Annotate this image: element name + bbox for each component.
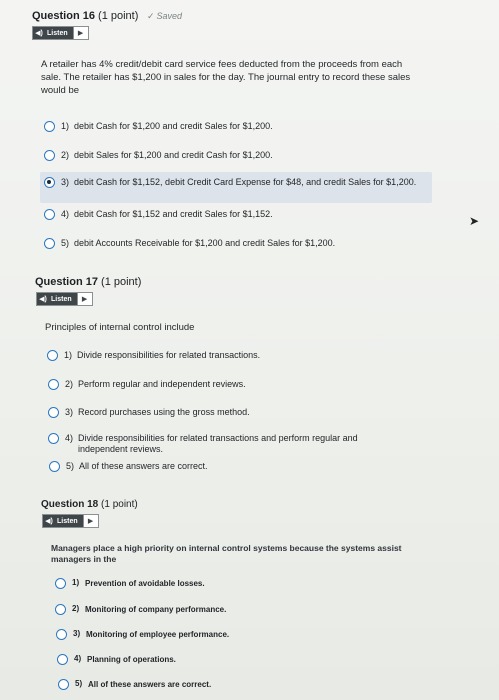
option-number: 4) xyxy=(74,654,82,663)
q17-option-4[interactable]: 4) Divide responsibilities for related t… xyxy=(48,433,408,455)
radio-button[interactable] xyxy=(47,350,58,361)
play-icon[interactable]: ▶ xyxy=(72,27,88,39)
option-number: 1) xyxy=(64,350,73,360)
question-17-prompt: Principles of internal control include xyxy=(45,322,195,333)
listen-label: Listen xyxy=(49,293,77,305)
option-text: Divide responsibilities for related tran… xyxy=(77,350,261,360)
option-number: 5) xyxy=(66,461,75,471)
listen-button-q18[interactable]: ◀) Listen ▶ xyxy=(42,514,99,528)
option-number: 5) xyxy=(61,238,70,248)
option-number: 4) xyxy=(61,209,70,219)
radio-button[interactable] xyxy=(48,433,59,444)
quiz-page: Question 16 (1 point) ✓ Saved ◀) Listen ▶… xyxy=(0,0,499,700)
mouse-cursor-icon: ➤ xyxy=(469,214,480,228)
check-icon: ✓ xyxy=(147,11,155,21)
speaker-icon: ◀) xyxy=(43,515,55,527)
option-text: Perform regular and independent reviews. xyxy=(78,379,246,389)
q18-option-4[interactable]: 4) Planning of operations. xyxy=(57,654,457,665)
listen-button-q17[interactable]: ◀) Listen ▶ xyxy=(36,292,93,306)
saved-status: ✓ Saved xyxy=(147,11,182,22)
option-number: 3) xyxy=(73,629,81,638)
speaker-icon: ◀) xyxy=(33,27,45,39)
radio-button-selected[interactable] xyxy=(44,177,55,188)
option-number: 2) xyxy=(72,604,80,613)
radio-button[interactable] xyxy=(44,150,55,161)
option-text: debit Cash for $1,152, debit Credit Card… xyxy=(74,177,417,187)
radio-button[interactable] xyxy=(57,654,68,665)
radio-button[interactable] xyxy=(56,629,67,640)
question-16-header: Question 16 (1 point) xyxy=(32,10,138,22)
radio-button[interactable] xyxy=(55,604,66,615)
option-text: All of these answers are correct. xyxy=(79,461,208,471)
radio-button[interactable] xyxy=(48,379,59,390)
question-17-points: (1 point) xyxy=(101,276,142,288)
listen-label: Listen xyxy=(55,515,83,527)
radio-button[interactable] xyxy=(44,121,55,132)
option-number: 4) xyxy=(65,433,74,443)
option-text: Monitoring of company performance. xyxy=(85,605,227,614)
radio-button[interactable] xyxy=(55,578,66,589)
q16-option-4[interactable]: 4) debit Cash for $1,152 and credit Sale… xyxy=(44,209,444,220)
q16-option-1[interactable]: 1) debit Cash for $1,200 and credit Sale… xyxy=(44,121,444,132)
option-number: 3) xyxy=(65,407,74,417)
q16-option-2[interactable]: 2) debit Sales for $1,200 and credit Cas… xyxy=(44,150,444,161)
option-number: 1) xyxy=(61,121,70,131)
listen-button-q16[interactable]: ◀) Listen ▶ xyxy=(32,26,89,40)
question-18-points: (1 point) xyxy=(101,499,138,510)
option-number: 3) xyxy=(61,177,70,187)
saved-label: Saved xyxy=(156,11,183,21)
q17-option-3[interactable]: 3) Record purchases using the gross meth… xyxy=(48,407,448,418)
option-text: Planning of operations. xyxy=(87,655,176,664)
option-text: debit Cash for $1,200 and credit Sales f… xyxy=(74,121,273,131)
option-text: debit Accounts Receivable for $1,200 and… xyxy=(74,238,336,248)
radio-button[interactable] xyxy=(49,461,60,472)
radio-button[interactable] xyxy=(58,679,69,690)
question-18-header: Question 18 (1 point) xyxy=(41,499,138,510)
speaker-icon: ◀) xyxy=(37,293,49,305)
question-16-points: (1 point) xyxy=(98,10,139,22)
play-icon[interactable]: ▶ xyxy=(82,515,98,527)
q17-option-5[interactable]: 5) All of these answers are correct. xyxy=(49,461,449,472)
option-text: debit Sales for $1,200 and credit Cash f… xyxy=(74,150,273,160)
question-18-prompt: Managers place a high priority on intern… xyxy=(51,543,402,564)
option-text: Divide responsibilities for related tran… xyxy=(78,433,358,454)
play-icon[interactable]: ▶ xyxy=(76,293,92,305)
q18-option-5[interactable]: 5) All of these answers are correct. xyxy=(58,679,458,690)
option-text: Record purchases using the gross method. xyxy=(78,407,250,417)
q16-option-3[interactable]: 3) debit Cash for $1,152, debit Credit C… xyxy=(44,177,429,188)
listen-label: Listen xyxy=(45,27,73,39)
option-text: Monitoring of employee performance. xyxy=(86,630,230,639)
option-text: debit Cash for $1,152 and credit Sales f… xyxy=(74,209,273,219)
option-number: 2) xyxy=(61,150,70,160)
option-number: 2) xyxy=(65,379,74,389)
q18-option-2[interactable]: 2) Monitoring of company performance. xyxy=(55,604,455,615)
q18-option-1[interactable]: 1) Prevention of avoidable losses. xyxy=(55,578,455,589)
option-number: 5) xyxy=(75,679,83,688)
radio-button[interactable] xyxy=(44,238,55,249)
question-16-title: Question 16 xyxy=(32,10,95,22)
option-number: 1) xyxy=(72,578,80,587)
radio-button[interactable] xyxy=(48,407,59,418)
question-17-title: Question 17 xyxy=(35,276,98,288)
q16-option-5[interactable]: 5) debit Accounts Receivable for $1,200 … xyxy=(44,238,464,249)
question-17-header: Question 17 (1 point) xyxy=(35,276,141,288)
question-16-prompt: A retailer has 4% credit/debit card serv… xyxy=(41,59,411,96)
q18-option-3[interactable]: 3) Monitoring of employee performance. xyxy=(56,629,456,640)
option-text: Prevention of avoidable losses. xyxy=(85,579,205,588)
radio-button[interactable] xyxy=(44,209,55,220)
q17-option-1[interactable]: 1) Divide responsibilities for related t… xyxy=(47,350,447,361)
question-18-title: Question 18 xyxy=(41,499,99,510)
option-text: All of these answers are correct. xyxy=(88,680,212,689)
q17-option-2[interactable]: 2) Perform regular and independent revie… xyxy=(48,379,448,390)
